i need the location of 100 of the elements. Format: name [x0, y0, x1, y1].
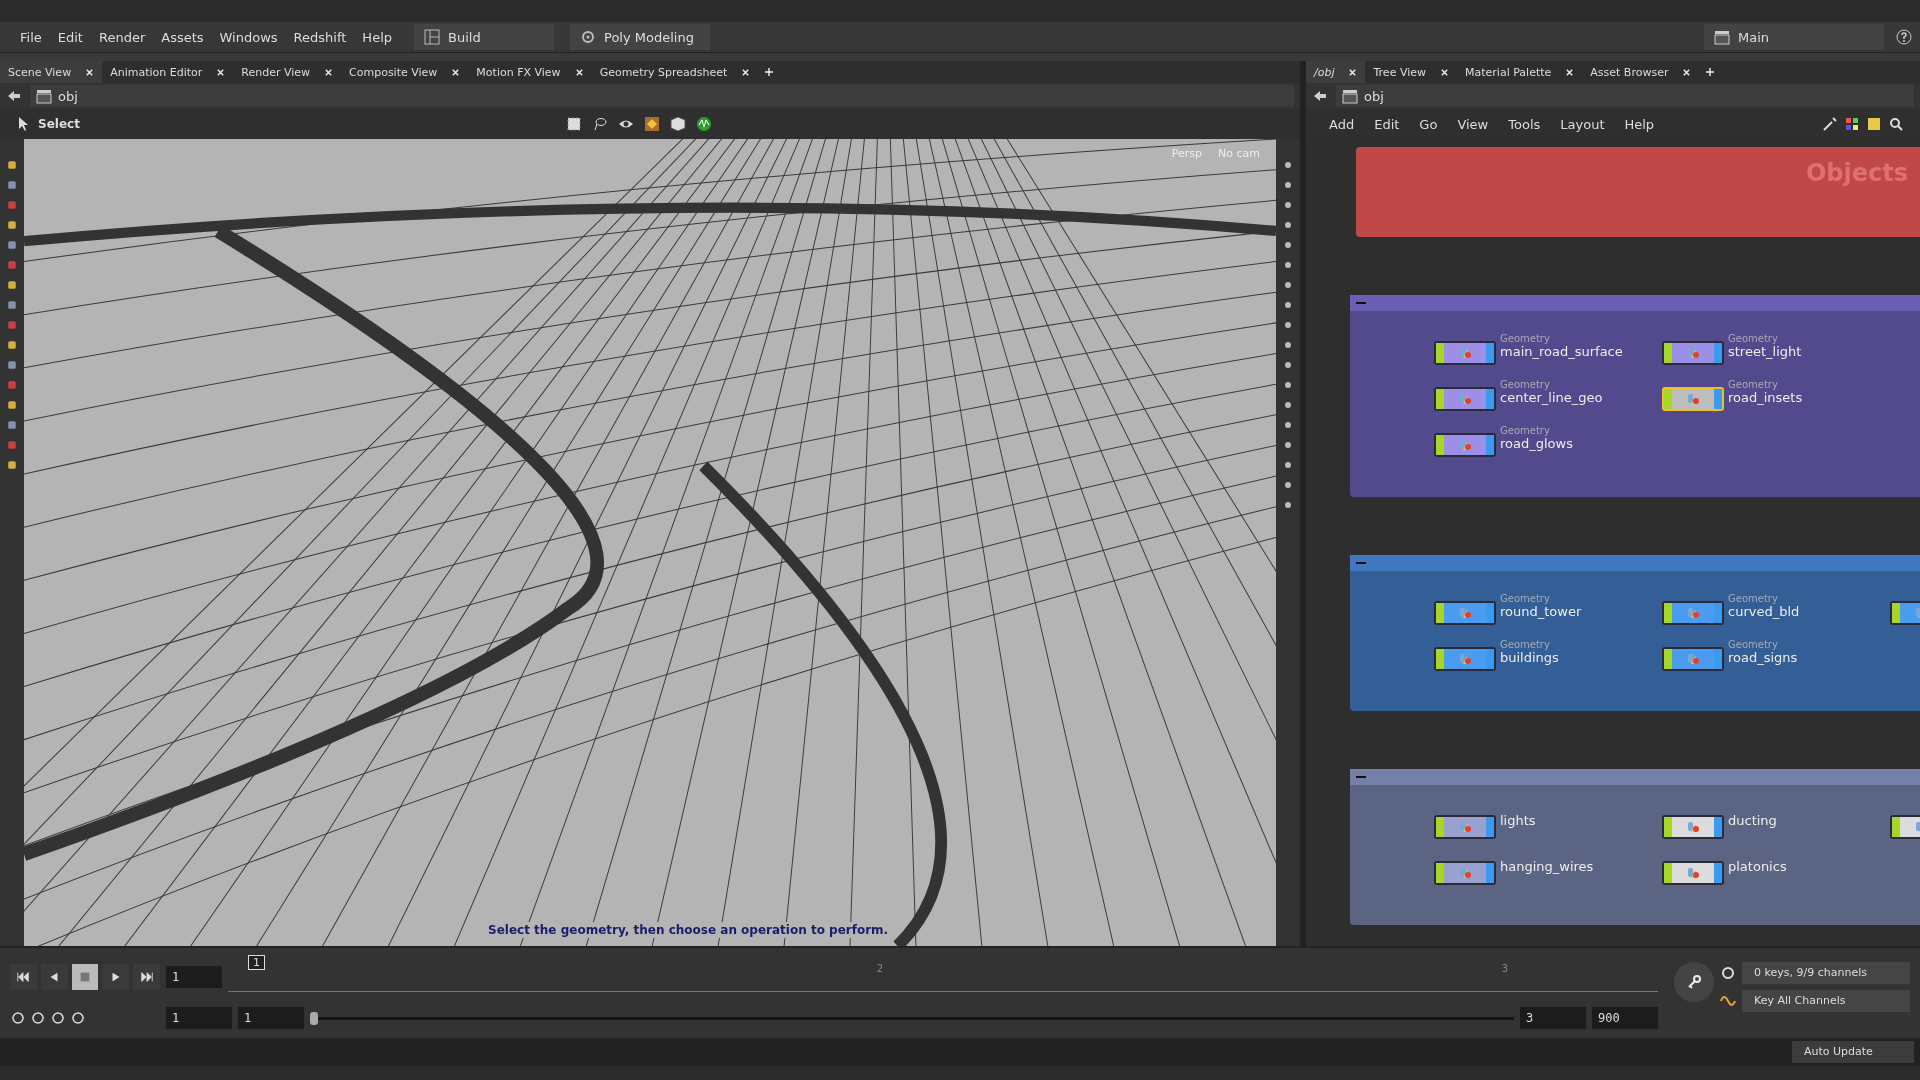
tool-icon[interactable]: [6, 239, 18, 251]
node[interactable]: [1662, 647, 1724, 671]
tool-icon[interactable]: [6, 319, 18, 331]
display-option-icon[interactable]: [1282, 299, 1294, 311]
menu-item[interactable]: File: [14, 29, 48, 45]
diamond-icon[interactable]: [643, 116, 660, 132]
menu-item[interactable]: Go: [1412, 116, 1445, 132]
menu-item[interactable]: Redshift: [287, 29, 353, 45]
timeline-bar[interactable]: 1 2 3: [228, 954, 1658, 992]
box-select-icon[interactable]: [565, 116, 582, 132]
node[interactable]: [1434, 601, 1496, 625]
menu-item[interactable]: Render: [92, 29, 152, 45]
pane-tab[interactable]: Material Palette: [1457, 61, 1583, 83]
menu-item[interactable]: Help: [356, 29, 398, 45]
add-tab-icon[interactable]: [764, 67, 775, 77]
start-frame-field[interactable]: 1: [166, 1007, 232, 1029]
timeline-option-icon[interactable]: [30, 1010, 46, 1026]
back-arrow-icon[interactable]: [1312, 88, 1328, 104]
update-mode-dropdown[interactable]: Auto Update: [1792, 1041, 1914, 1063]
lasso-icon[interactable]: [591, 116, 608, 132]
menu-item[interactable]: Add: [1322, 116, 1362, 132]
close-icon[interactable]: [741, 67, 751, 77]
menu-item[interactable]: Edit: [51, 29, 89, 45]
channels-dropdown[interactable]: 0 keys, 9/9 channels: [1742, 962, 1910, 984]
tool-icon[interactable]: [6, 159, 18, 171]
close-icon[interactable]: [216, 67, 226, 77]
desktop-dropdown[interactable]: Main: [1704, 24, 1884, 50]
slider-thumb[interactable]: [310, 1011, 318, 1025]
shelf-set-dropdown[interactable]: Build: [414, 24, 554, 50]
pane-tab[interactable]: Composite View: [341, 61, 469, 83]
display-option-icon[interactable]: [1282, 399, 1294, 411]
close-icon[interactable]: [1440, 67, 1449, 77]
pane-tab[interactable]: Tree View: [1365, 61, 1457, 83]
tool-icon[interactable]: [6, 259, 18, 271]
node[interactable]: [1434, 433, 1496, 457]
path-field[interactable]: obj: [30, 85, 1294, 107]
end-frame-field[interactable]: 900: [1592, 1007, 1658, 1029]
wave-circle-icon[interactable]: [695, 116, 712, 132]
display-option-icon[interactable]: [1282, 159, 1294, 171]
timeline-option-icon[interactable]: [50, 1010, 66, 1026]
timeline-option-icon[interactable]: [70, 1010, 86, 1026]
menu-item[interactable]: Tools: [1501, 116, 1548, 132]
display-option-icon[interactable]: [1282, 339, 1294, 351]
tool-icon[interactable]: [6, 299, 18, 311]
node[interactable]: [1662, 815, 1724, 839]
node[interactable]: [1434, 815, 1496, 839]
key-button[interactable]: [1674, 962, 1714, 1002]
tool-icon[interactable]: [6, 399, 18, 411]
menu-item[interactable]: Windows: [213, 29, 284, 45]
curve-icon[interactable]: [1720, 993, 1736, 1009]
frame-field[interactable]: 1: [166, 966, 222, 988]
pane-tab[interactable]: Asset Browser: [1582, 61, 1700, 83]
jump-end-button[interactable]: [133, 964, 160, 990]
tool-icon[interactable]: [6, 279, 18, 291]
tool-icon[interactable]: [6, 219, 18, 231]
menu-item[interactable]: Edit: [1367, 116, 1407, 132]
jump-start-button[interactable]: [10, 964, 37, 990]
pane-tab[interactable]: Render View: [233, 61, 342, 83]
menu-item[interactable]: View: [1450, 116, 1496, 132]
display-option-icon[interactable]: [1282, 479, 1294, 491]
network-box[interactable]: lights ducting hanging_wires platonics: [1350, 769, 1920, 925]
display-option-icon[interactable]: [1282, 219, 1294, 231]
tool-icon[interactable]: [6, 179, 18, 191]
key-mode-dropdown[interactable]: Key All Channels: [1742, 990, 1910, 1012]
play-button[interactable]: [102, 964, 130, 990]
close-icon[interactable]: [1348, 67, 1358, 77]
pane-tab[interactable]: Scene View: [0, 61, 103, 83]
path-field[interactable]: obj: [1336, 85, 1914, 107]
node[interactable]: [1434, 341, 1496, 365]
range-start-field[interactable]: 1: [238, 1007, 304, 1029]
display-option-icon[interactable]: [1282, 179, 1294, 191]
pane-tab[interactable]: Animation Editor: [102, 61, 234, 83]
node[interactable]: [1434, 387, 1496, 411]
menu-item[interactable]: Layout: [1553, 116, 1612, 132]
node[interactable]: [1662, 601, 1724, 625]
display-option-icon[interactable]: [1282, 359, 1294, 371]
pane-tab[interactable]: /obj: [1306, 61, 1366, 83]
menu-item[interactable]: Assets: [155, 29, 210, 45]
display-option-icon[interactable]: [1282, 239, 1294, 251]
cube-icon[interactable]: [669, 116, 686, 132]
close-icon[interactable]: [1565, 67, 1575, 77]
display-option-icon[interactable]: [1282, 319, 1294, 331]
display-option-icon[interactable]: [1282, 499, 1294, 511]
node[interactable]: [1662, 341, 1724, 365]
display-option-icon[interactable]: [1282, 259, 1294, 271]
close-icon[interactable]: [451, 67, 461, 77]
node[interactable]: [1662, 861, 1724, 885]
pane-tab[interactable]: Geometry Spreadsheet: [591, 61, 759, 83]
add-tab-icon[interactable]: [1705, 67, 1716, 77]
tool-icon[interactable]: [6, 339, 18, 351]
network-box[interactable]: Geometry main_road_surface Geometry street_light Geometry center_line_geo Geometry road_insets Geometry road_glows: [1350, 295, 1920, 497]
network-box[interactable]: Geometry round_tower Geometry curved_bld Geometry buildings Geometry road_signs: [1350, 555, 1920, 711]
display-option-icon[interactable]: [1282, 279, 1294, 291]
stop-button[interactable]: [71, 964, 99, 990]
play-reverse-button[interactable]: [40, 964, 68, 990]
tool-icon[interactable]: [6, 359, 18, 371]
tool-icon[interactable]: [6, 379, 18, 391]
close-icon[interactable]: [574, 67, 584, 77]
menu-item[interactable]: Help: [1617, 116, 1662, 132]
display-option-icon[interactable]: [1282, 459, 1294, 471]
